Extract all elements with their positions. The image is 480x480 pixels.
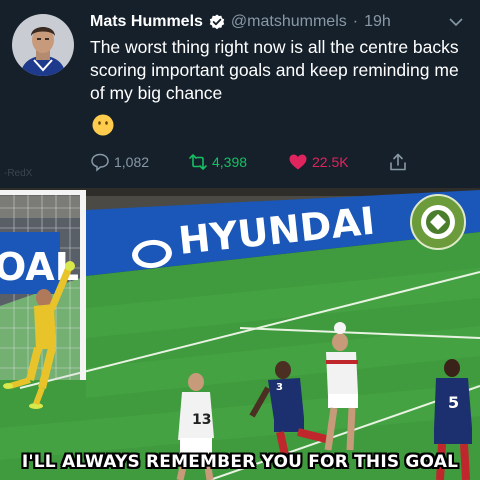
hushed-face-emoji-icon <box>92 114 114 136</box>
avatar[interactable] <box>12 14 74 76</box>
verified-badge-icon <box>209 14 225 30</box>
retweet-icon <box>189 154 207 170</box>
shirt-number-3: 3 <box>276 382 283 393</box>
shirt-number-5: 5 <box>448 393 459 412</box>
reply-icon <box>91 153 109 172</box>
tweet-card[interactable]: Mats Hummels @matshummels · 19h The wors… <box>0 0 480 188</box>
reply-count: 1,082 <box>114 154 150 170</box>
retweet-button[interactable]: 4,398 <box>188 152 247 172</box>
retweet-count: 4,398 <box>212 154 248 170</box>
reply-button[interactable]: 1,082 <box>90 152 149 172</box>
dfb-logo <box>410 194 466 250</box>
football-scene: HYUNDAI OAL 13 3 5 <box>0 188 480 480</box>
like-button[interactable]: 22.5K <box>288 152 349 172</box>
like-count: 22.5K <box>312 154 349 170</box>
user-handle[interactable]: @matshummels <box>231 13 347 31</box>
avatar-image <box>12 14 74 76</box>
tweet-time[interactable]: 19h <box>364 13 391 31</box>
meme-caption: I'LL ALWAYS REMEMBER YOU FOR THIS GOAL <box>21 452 459 472</box>
tweet-text: The worst thing right now is all the cen… <box>90 37 459 103</box>
shirt-number-13: 13 <box>192 412 211 428</box>
heart-icon <box>289 154 307 170</box>
share-icon <box>390 153 406 171</box>
match-photo: HYUNDAI OAL 13 3 5 <box>0 188 480 480</box>
share-button[interactable] <box>388 152 408 172</box>
tweet-actions: 1,082 4,398 22.5K <box>90 152 420 176</box>
chevron-down-icon[interactable] <box>448 14 464 30</box>
tweet-header: Mats Hummels @matshummels · 19h <box>90 12 391 32</box>
separator-dot: · <box>352 13 359 30</box>
display-name[interactable]: Mats Hummels <box>90 13 203 31</box>
watermark: -RedX <box>4 168 33 179</box>
